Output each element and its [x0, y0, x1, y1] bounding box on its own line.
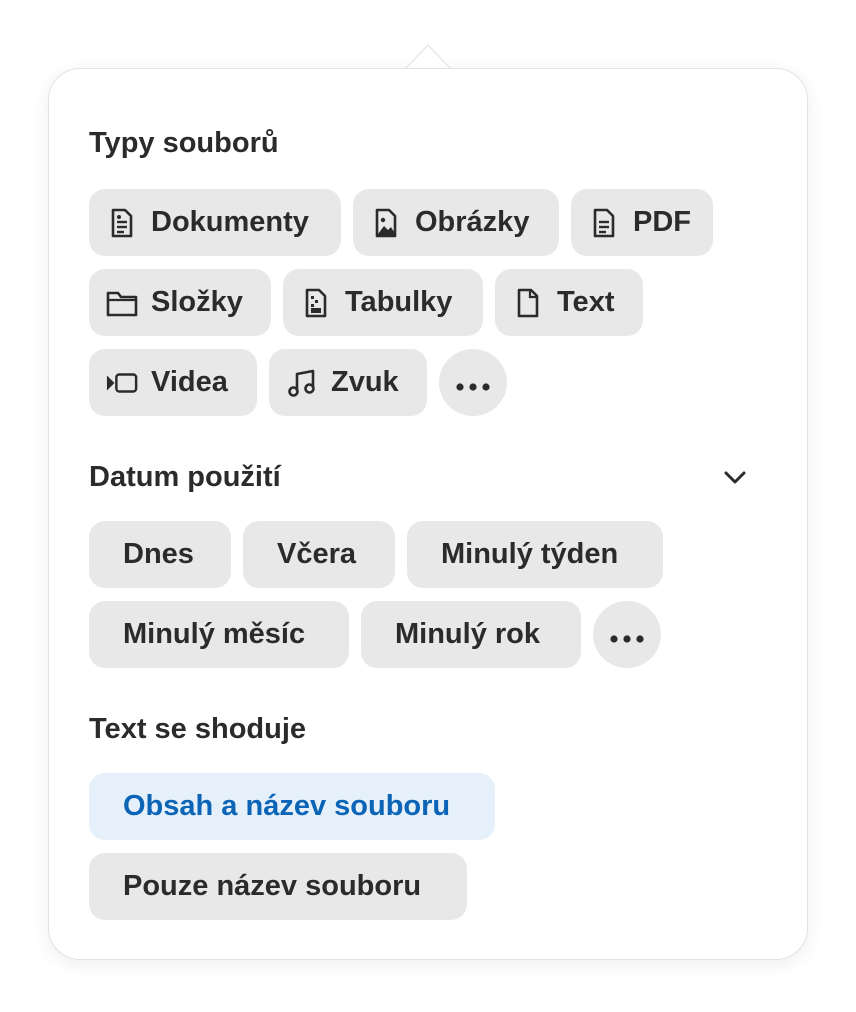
date-chip-label: Minulý měsíc: [123, 618, 306, 650]
file-types-title: Typy souborů: [89, 127, 279, 159]
video-icon: [106, 367, 138, 399]
date-used-title: Datum použití: [89, 461, 281, 493]
date-chip-label: Včera: [277, 538, 357, 570]
text-match-title: Text se shoduje: [89, 713, 307, 745]
date-chip-today[interactable]: Dnes: [89, 521, 231, 588]
filter-chip-documents[interactable]: Dokumenty: [89, 189, 341, 256]
folder-icon: [106, 287, 138, 319]
filter-chip-label: Zvuk: [331, 366, 399, 398]
date-chip-label: Minulý týden: [441, 538, 619, 570]
spreadsheet-icon: [300, 287, 332, 319]
filter-chip-videos[interactable]: Videa: [89, 349, 257, 416]
text-match-label: Pouze název souboru: [123, 870, 422, 902]
image-icon: [370, 207, 402, 239]
date-chip-last-year[interactable]: Minulý rok: [361, 601, 581, 668]
text-file-icon: [512, 287, 544, 319]
search-filter-popover: Typy souborů Dokumenty Obrázky PDF Složk…: [48, 68, 808, 960]
music-note-icon: [286, 367, 318, 399]
more-file-types-button[interactable]: [439, 349, 507, 416]
filter-chip-label: Tabulky: [345, 286, 453, 318]
date-chip-label: Dnes: [123, 538, 194, 570]
popover-caret: [406, 44, 450, 68]
more-horizontal-icon: [456, 366, 490, 399]
filter-chip-label: Obrázky: [415, 206, 530, 238]
text-match-label: Obsah a název souboru: [123, 790, 451, 822]
filter-chip-text[interactable]: Text: [495, 269, 643, 336]
filter-chip-label: Dokumenty: [151, 206, 309, 238]
chevron-down-icon[interactable]: [721, 464, 749, 492]
filter-chip-folders[interactable]: Složky: [89, 269, 271, 336]
date-chip-last-week[interactable]: Minulý týden: [407, 521, 663, 588]
filter-chip-spreadsheets[interactable]: Tabulky: [283, 269, 483, 336]
more-dates-button[interactable]: [593, 601, 661, 668]
date-chip-yesterday[interactable]: Včera: [243, 521, 395, 588]
document-icon: [106, 207, 138, 239]
pdf-icon: [588, 207, 620, 239]
filter-chip-label: Složky: [151, 286, 243, 318]
filter-chip-pdf[interactable]: PDF: [571, 189, 713, 256]
filter-chip-audio[interactable]: Zvuk: [269, 349, 427, 416]
text-match-content-and-name[interactable]: Obsah a název souboru: [89, 773, 495, 840]
text-match-name-only[interactable]: Pouze název souboru: [89, 853, 467, 920]
filter-chip-images[interactable]: Obrázky: [353, 189, 559, 256]
more-horizontal-icon: [610, 618, 644, 651]
filter-chip-label: Videa: [151, 366, 228, 398]
date-chip-label: Minulý rok: [395, 618, 541, 650]
filter-chip-label: PDF: [633, 206, 691, 238]
filter-chip-label: Text: [557, 286, 615, 318]
date-chip-last-month[interactable]: Minulý měsíc: [89, 601, 349, 668]
